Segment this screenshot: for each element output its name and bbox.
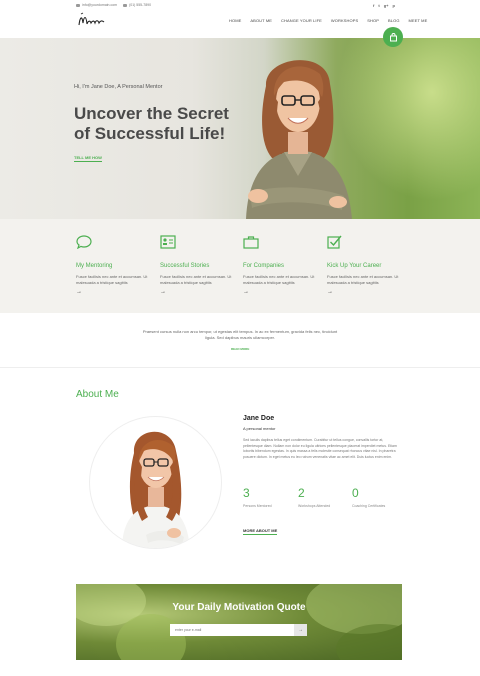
feature-title[interactable]: Kick Up Your Career: [327, 263, 403, 269]
feature-title[interactable]: For Companies: [243, 263, 319, 269]
envelope-icon: [76, 3, 80, 7]
twitter-icon[interactable]: t: [378, 3, 379, 8]
arrow-right-icon[interactable]: →: [243, 289, 319, 295]
feature-kick-up-your-career: Kick Up Your Career Fusce facilisis nec …: [327, 235, 403, 295]
main-nav: HOME ABOUT ME CHANGE YOUR LIFE WORKSHOPS…: [229, 18, 427, 23]
stat-persons-mentored: 3 Persons Mentored: [243, 486, 272, 508]
mentor-role: A personal mentor: [243, 426, 276, 431]
feature-successful-stories: Successful Stories Fusce facilisis nec a…: [160, 235, 236, 295]
stat-label: Persons Mentored: [243, 504, 272, 508]
chat-bubble-icon: [76, 235, 92, 250]
arrow-right-icon[interactable]: →: [327, 289, 403, 295]
hero-subtitle: Hi, I'm Jane Doe, A Personal Mentor: [74, 84, 163, 90]
social-links: f t g+ p: [373, 3, 395, 8]
stat-coaching-certificates: 0 Coaching Certificates: [352, 486, 385, 508]
hero-portrait: [246, 60, 352, 219]
feature-my-mentoring: My Mentoring Fusce facilisis nec ante et…: [76, 235, 152, 295]
feature-desc: Fusce facilisis nec ante et accumsan. Ut…: [243, 274, 315, 285]
feature-title[interactable]: Successful Stories: [160, 263, 236, 269]
arrow-right-icon[interactable]: →: [76, 289, 152, 295]
cart-button[interactable]: [383, 27, 403, 47]
hero-title: Uncover the Secret of Successful Life!: [74, 104, 229, 143]
intro-text: Praesent cursus nulla non arcu tempor, u…: [142, 329, 338, 340]
phone-contact[interactable]: (01) 555-7890: [123, 3, 151, 7]
about-heading: About Me: [76, 389, 119, 400]
newsletter-title: Your Daily Motivation Quote: [172, 602, 306, 613]
site-logo[interactable]: [77, 11, 109, 29]
features-section: My Mentoring Fusce facilisis nec ante et…: [0, 219, 480, 313]
arrow-right-icon[interactable]: →: [160, 289, 236, 295]
bag-icon: [389, 32, 397, 41]
newsletter-submit-button[interactable]: →: [294, 624, 307, 636]
stat-number: 0: [352, 486, 359, 500]
hero-section: Hi, I'm Jane Doe, A Personal Mentor Unco…: [0, 38, 480, 219]
stat-number: 2: [298, 486, 305, 500]
nav-about-me[interactable]: ABOUT ME: [250, 18, 272, 23]
feature-desc: Fusce facilisis nec ante et accumsan. Ut…: [76, 274, 148, 285]
nav-workshops[interactable]: WORKSHOPS: [331, 18, 358, 23]
id-card-icon: [160, 235, 176, 249]
top-bar: info@yourdomain.com (01) 555-7890 f t g+…: [0, 0, 480, 38]
google-plus-icon[interactable]: g+: [384, 3, 389, 8]
nav-blog[interactable]: BLOG: [388, 18, 400, 23]
contact-info: info@yourdomain.com (01) 555-7890: [76, 3, 151, 7]
leaf-decoration: [116, 614, 186, 660]
feature-desc: Fusce facilisis nec ante et accumsan. Ut…: [327, 274, 399, 285]
stat-number: 3: [243, 486, 250, 500]
phone-icon: [123, 3, 128, 7]
feature-desc: Fusce facilisis nec ante et accumsan. Ut…: [160, 274, 232, 285]
facebook-icon[interactable]: f: [373, 3, 374, 8]
nav-meet-me[interactable]: MEET ME: [409, 18, 428, 23]
feature-for-companies: For Companies Fusce facilisis nec ante e…: [243, 235, 319, 295]
mentor-portrait: [122, 431, 190, 548]
stat-workshops-attended: 2 Workshops Attended: [298, 486, 330, 508]
stat-label: Workshops Attended: [298, 504, 331, 508]
nav-shop[interactable]: SHOP: [367, 18, 379, 23]
read-more-link[interactable]: READ MORE: [231, 347, 249, 351]
tell-me-how-link[interactable]: TELL ME HOW: [74, 155, 102, 162]
stat-label: Coaching Certificates: [352, 504, 386, 508]
mentor-name: Jane Doe: [243, 415, 275, 422]
checkbox-icon: [327, 235, 342, 249]
about-photo: [89, 416, 222, 549]
email-contact[interactable]: info@yourdomain.com: [76, 3, 117, 7]
pinterest-icon[interactable]: p: [392, 3, 394, 8]
mentor-bio: Sed iaculis dapibus tellus eget condimen…: [243, 438, 397, 459]
briefcase-icon: [243, 236, 259, 249]
more-about-me-link[interactable]: MORE ABOUT ME: [243, 528, 278, 535]
newsletter-section: Your Daily Motivation Quote →: [76, 584, 402, 660]
intro-strip: Praesent cursus nulla non arcu tempor, u…: [0, 313, 480, 368]
feature-title[interactable]: My Mentoring: [76, 263, 152, 269]
nav-change-your-life[interactable]: CHANGE YOUR LIFE: [281, 18, 322, 23]
newsletter-email-input[interactable]: [170, 624, 294, 636]
nav-home[interactable]: HOME: [229, 18, 241, 23]
